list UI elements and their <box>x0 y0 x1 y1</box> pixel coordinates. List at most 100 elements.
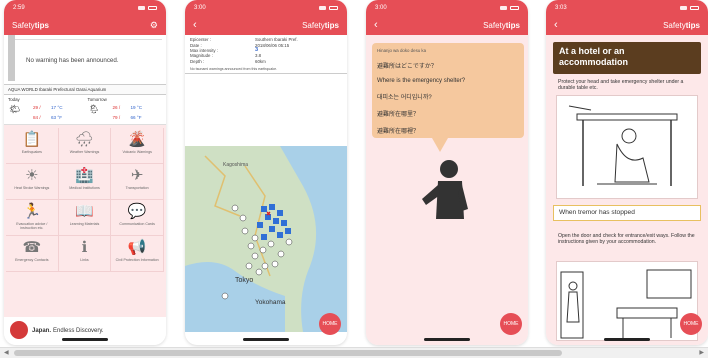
phrase-chinese-traditional: 避難所在哪裡？ <box>377 129 420 135</box>
status-time: 3:00 <box>375 4 387 11</box>
advice-body: At a hotel or an accommodation Protect y… <box>546 35 708 345</box>
status-bar: 2:59 <box>4 0 166 15</box>
chat-icon: 💬 <box>127 203 147 220</box>
home-indicator <box>243 338 289 341</box>
battery-icon <box>148 5 157 10</box>
quake-info: Epicenter : Southern Ibaraki Pref. Date :… <box>185 35 347 66</box>
status-icons <box>680 5 699 10</box>
weather-tomorrow: Tomorrow 🌦 26 / 19 °C 79 / 66 °F <box>87 97 143 120</box>
speech-bubble: Hinanjo wa doko desu ka 避難所はどこですか？ Where… <box>372 43 524 152</box>
screen-earthquake-detail: 3:00 ‹ Safetytips Epicenter : Southern Ib… <box>185 0 347 345</box>
status-bar: 3:03 <box>546 0 708 15</box>
signal-icon <box>138 5 145 10</box>
japan-logo-icon <box>10 321 28 339</box>
scroll-left-icon[interactable]: ◀ <box>4 349 9 356</box>
app-title: Safetytips <box>302 20 339 30</box>
home-button[interactable]: HOME <box>680 313 702 335</box>
back-chevron-icon[interactable]: ‹ <box>193 19 197 31</box>
sun-cloud-icon: 🌦 <box>88 104 100 114</box>
phrase-korean: 대피소는 어디입니까? <box>377 95 432 101</box>
map-svg: Kagoshima Tokyo Yokohama <box>185 146 347 332</box>
app-title: Safetytips <box>483 20 520 30</box>
header: 3:03 ‹ Safetytips <box>546 0 708 35</box>
tile-civil-protection[interactable]: 📢 Civil Protection Information <box>111 236 164 272</box>
home-indicator <box>604 338 650 341</box>
status-bar: 3:00 <box>185 0 347 15</box>
header: 2:59 Safetytips ⚙ <box>4 0 166 35</box>
tile-links[interactable]: ℹ Links <box>58 236 112 272</box>
info-row: Epicenter : Southern Ibaraki Pref. <box>190 37 298 43</box>
tile-learning[interactable]: 📖 Learning Materials <box>58 200 112 236</box>
battery-icon <box>329 5 338 10</box>
weather-today: Today 🌤 29 / 17 °C 84 / 63 °F <box>8 97 63 120</box>
advice-text-tremor: Open the door and check for entrance/exi… <box>558 233 695 246</box>
location-label: AQUA WORLD Ibaraki Prefectural Oarai Aqu… <box>4 84 166 95</box>
map-label-tokyo: Tokyo <box>235 277 253 284</box>
status-bar: 3:00 <box>366 0 528 15</box>
back-chevron-icon[interactable]: ‹ <box>374 19 378 31</box>
scrollbar-thumb[interactable] <box>14 350 562 356</box>
side-strip <box>8 35 15 81</box>
illustration-under-table <box>556 95 698 199</box>
header: 3:00 ‹ Safetytips <box>185 0 347 35</box>
tsunami-note: No tsunami warnings announced from this … <box>185 66 347 74</box>
person-icon <box>422 160 468 219</box>
tile-communication[interactable]: 💬 Communication Cards <box>111 200 164 236</box>
nav-bar: Safetytips ⚙ <box>4 15 166 35</box>
app-title: Safetytips <box>12 20 49 30</box>
horizontal-scrollbar[interactable]: ◀ ▶ <box>0 347 708 358</box>
home-indicator <box>62 338 108 341</box>
menu-grid: 📋 Earthquakes 🌧 Weather Warnings 🌋 Volcanic… <box>4 125 166 317</box>
running-person-icon: 🏃 <box>22 203 42 220</box>
scroll-right-icon[interactable]: ▶ <box>699 349 704 356</box>
app-title: Safetytips <box>663 20 700 30</box>
rain-cloud-icon: 🌧 <box>74 131 95 148</box>
status-icons <box>138 5 157 10</box>
table-shelter-icon <box>557 96 697 198</box>
advice-text-hotel: Protect your head and take emergency she… <box>558 79 684 92</box>
screen-safety-advice: 3:03 ‹ Safetytips At a hotel or an accom… <box>546 0 708 345</box>
map-label-yokohama: Yokohama <box>255 299 286 306</box>
status-time: 2:59 <box>13 4 25 11</box>
bubble-tail <box>432 138 448 152</box>
info-row: Depth :60km <box>190 58 266 64</box>
phrase-chinese-simplified: 避難所在哪里？ <box>377 112 420 118</box>
tile-transportation[interactable]: ✈ Transportation <box>111 164 164 200</box>
phrase-japanese: 避難所はどこですか？ <box>377 64 437 70</box>
earthquake-icon: 📋 <box>22 131 42 148</box>
card-body: Hinanjo wa doko desu ka 避難所はどこですか？ Where… <box>366 35 528 345</box>
tile-volcanic-warnings[interactable]: 🌋 Volcanic Warnings <box>111 128 164 164</box>
header: 3:00 ‹ Safetytips <box>366 0 528 35</box>
status-time: 3:00 <box>194 4 206 11</box>
battery-icon <box>690 5 699 10</box>
volcano-icon: 🌋 <box>127 131 147 148</box>
back-chevron-icon[interactable]: ‹ <box>554 19 558 31</box>
intensity-map[interactable]: Kagoshima Tokyo Yokohama <box>185 146 347 332</box>
tile-weather-warnings[interactable]: 🌧 Weather Warnings <box>58 128 112 164</box>
nav-bar: ‹ Safetytips <box>185 15 347 35</box>
book-icon: 📖 <box>75 203 94 220</box>
door-room-icon <box>557 262 697 340</box>
sun-icon: ☀ <box>25 167 39 184</box>
section-heading-tremor-stopped: When tremor has stopped <box>553 205 701 221</box>
tile-earthquakes[interactable]: 📋 Earthquakes <box>6 128 59 164</box>
signal-icon <box>500 5 507 10</box>
signal-icon <box>680 5 687 10</box>
nav-bar: ‹ Safetytips <box>546 15 708 35</box>
status-icons <box>500 5 519 10</box>
illustration-door <box>556 261 698 341</box>
nav-bar: ‹ Safetytips <box>366 15 528 35</box>
screen-home: 2:59 Safetytips ⚙ No warning has been an… <box>4 0 166 345</box>
home-button[interactable]: HOME <box>500 313 522 335</box>
home-indicator <box>424 338 470 341</box>
home-button[interactable]: HOME <box>319 313 341 335</box>
gear-icon[interactable]: ⚙ <box>150 20 158 31</box>
tile-medical[interactable]: 🏥 Medical Institutions <box>58 164 112 200</box>
tile-emergency-contacts[interactable]: ☎ Emergency Contacts <box>6 236 59 272</box>
tile-evacuation[interactable]: 🏃 Evacuation advice / instruction etc. <box>6 200 59 236</box>
info-row: Magnitude :3.8 <box>190 53 262 59</box>
section-heading-hotel: At a hotel or an accommodation <box>553 42 701 74</box>
tile-heat-stroke[interactable]: ☀ Heat Stroke Warnings <box>6 164 59 200</box>
sun-cloud-icon: 🌤 <box>9 104 21 114</box>
plane-icon: ✈ <box>130 167 144 184</box>
